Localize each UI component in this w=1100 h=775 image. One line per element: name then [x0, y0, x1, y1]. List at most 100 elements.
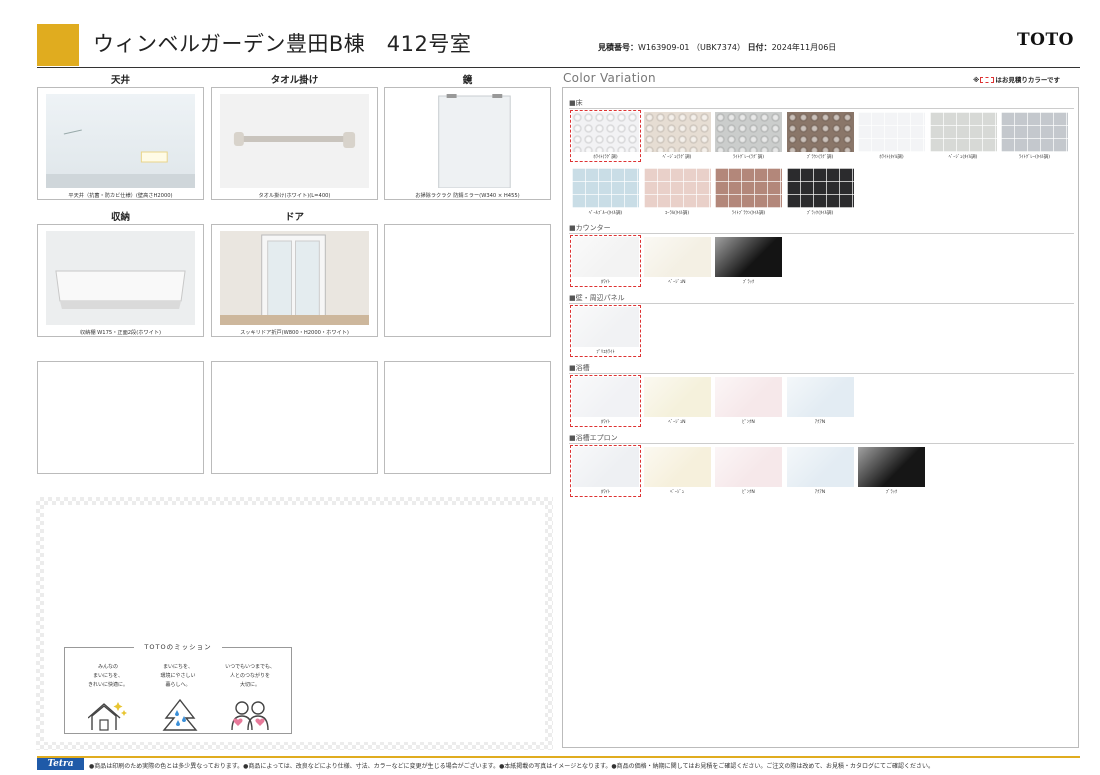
- estimate-number: W163909-01 （UBK7374）: [638, 43, 746, 52]
- color-swatch: ｱｸｱN: [786, 447, 854, 495]
- swatch-chip: [786, 112, 854, 152]
- swatch-label: ﾗｲﾄﾌﾞﾗｳﾝ(ﾀｲﾙ調): [731, 211, 766, 216]
- section-divider: [569, 108, 1074, 109]
- ceiling-panel-image: [46, 94, 195, 188]
- color-swatch: ﾌﾟﾘｴﾎﾜｲﾄ: [570, 305, 641, 357]
- product-caption: お掃除ラクラク 防錆ミラー(W340 × H455): [415, 193, 520, 199]
- swatch-label: ﾌﾞﾗｳﾝ(ﾗｸﾞ調): [806, 155, 834, 160]
- swatch-chip: [572, 112, 639, 152]
- product-caption: スッキリドア折戸(W800・H2000・ホワイト): [240, 330, 349, 336]
- tetra-logo: Tetra: [37, 758, 84, 770]
- section-divider: [569, 443, 1074, 444]
- product-caption: タオル掛け(ホワイト)(L=400): [258, 193, 331, 199]
- color-section-heading: ■壁・周辺パネル: [569, 294, 625, 302]
- swatch-label: ｱｸｱN: [814, 420, 826, 425]
- swatch-chip: [786, 168, 854, 208]
- swatch-chip: [643, 377, 711, 417]
- empty-product-card: [37, 361, 204, 474]
- mission-text-3: いつでもいつまでも、 人とのつながりを 大切に。: [225, 664, 275, 688]
- color-swatch: ﾌﾞﾗｯｸ(ﾀｲﾙ調): [786, 168, 854, 216]
- color-variation-title: Color Variation: [563, 71, 656, 85]
- shelf-image: [46, 231, 195, 325]
- swatch-chip: [715, 112, 782, 152]
- swatch-chip: [786, 377, 854, 417]
- swatch-chip: [715, 237, 782, 277]
- product-label: タオル掛け: [270, 75, 319, 86]
- swatch-chip: [715, 447, 782, 487]
- product-card: スッキリドア折戸(W800・H2000・ホワイト): [211, 224, 378, 337]
- color-swatch: ﾌﾞﾗｯｸ: [858, 447, 925, 495]
- color-swatch: ﾎﾜｲﾄ(ﾗｸﾞ調): [570, 110, 641, 162]
- color-swatch: ﾗｲﾄｸﾞﾚｰ(ﾗｸﾞ調): [715, 112, 782, 160]
- house-sparkle-icon: [88, 702, 127, 731]
- color-swatch: ﾍﾞｰｼﾞｭN: [643, 377, 711, 425]
- swatch-label: ﾎﾜｲﾄ: [600, 490, 611, 495]
- color-swatch: ｺｰﾗﾙ(ﾀｲﾙ調): [643, 168, 711, 216]
- estimate-label: 見積番号：: [598, 43, 638, 52]
- estimate-info: 見積番号：W163909-01 （UBK7374） 日付：2024年11月06日: [598, 42, 836, 53]
- empty-product-card: [384, 361, 551, 474]
- color-swatch: ﾎﾜｲﾄ: [570, 375, 641, 427]
- date-label: 日付：: [747, 43, 772, 52]
- mirror-image: [393, 94, 542, 188]
- swatch-chip: [643, 447, 711, 487]
- header-divider: [37, 67, 1080, 68]
- color-section-heading: ■カウンター: [569, 224, 611, 232]
- color-swatch: ﾋﾟﾝｸN: [715, 377, 782, 425]
- selected-color-note: ※ はお見積りカラーです: [973, 76, 1060, 84]
- swatch-label: ﾗｲﾄｸﾞﾚｰ(ﾗｸﾞ調): [732, 155, 765, 160]
- product-caption: 平天井（抗菌・防カビ仕様）(壁高さH2000): [68, 193, 173, 199]
- color-swatch: ﾍﾞｰｼﾞｭ(ﾀｲﾙ調): [929, 112, 997, 160]
- color-swatch: ﾍﾟｰﾙﾌﾞﾙｰ(ﾀｲﾙ調): [572, 168, 639, 216]
- product-label: 鏡: [462, 75, 473, 86]
- footer-divider: [37, 756, 1080, 758]
- dashed-marker-icon: [980, 77, 995, 83]
- color-swatch: ﾌﾞﾗｯｸ: [715, 237, 782, 285]
- footer-disclaimer: ●商品は印刷のため実際の色とは多少異なっております。●商品によっては、改良などに…: [89, 763, 935, 770]
- swatch-chip: [643, 168, 711, 208]
- color-swatch: ｱｸｱN: [786, 377, 854, 425]
- page-title: ウィンベルガーデン豊田B棟 412号室: [93, 32, 472, 56]
- product-card: お掃除ラクラク 防錆ミラー(W340 × H455): [384, 87, 551, 200]
- swatch-chip: [786, 447, 854, 487]
- color-swatch: ﾎﾜｲﾄ(ﾀｲﾙ調): [858, 112, 925, 160]
- swatch-label: ﾍﾟｰﾙﾌﾞﾙｰ(ﾀｲﾙ調): [588, 211, 623, 216]
- product-card: 収納棚 W175・正面2段(ホワイト): [37, 224, 204, 337]
- swatch-label: ﾍﾞｰｼﾞｭ: [670, 490, 684, 495]
- color-swatch: ﾎﾜｲﾄ: [570, 235, 641, 287]
- swatch-chip: [715, 377, 782, 417]
- swatch-chip: [858, 447, 925, 487]
- product-caption: 収納棚 W175・正面2段(ホワイト): [79, 330, 162, 336]
- swatch-chip: [572, 447, 639, 487]
- section-divider: [569, 373, 1074, 374]
- mission-text-1: みんなの まいにちを、 きれいに快適に。: [87, 664, 128, 688]
- section-divider: [569, 303, 1074, 304]
- swatch-chip: [572, 237, 639, 277]
- swatch-label: ﾎﾜｲﾄ(ﾀｲﾙ調): [879, 155, 904, 160]
- swatch-label: ﾍﾞｰｼﾞｭN: [668, 420, 686, 425]
- estimate-date: 2024年11月06日: [771, 43, 837, 52]
- swatch-label: ﾍﾞｰｼﾞｭ(ﾗｸﾞ調): [662, 155, 692, 160]
- swatch-label: ﾎﾜｲﾄ: [600, 420, 611, 425]
- header-accent-square: [37, 24, 79, 66]
- toto-logo: TOTO: [1017, 30, 1074, 50]
- color-swatch: ﾍﾞｰｼﾞｭN: [643, 237, 711, 285]
- people-heart-icon: [231, 701, 269, 731]
- swatch-label: ﾎﾜｲﾄ: [600, 280, 611, 285]
- section-divider: [569, 233, 1074, 234]
- product-card: タオル掛け(ホワイト)(L=400): [211, 87, 378, 200]
- swatch-label: ﾋﾟﾝｸN: [742, 490, 755, 495]
- color-section-heading: ■浴槽: [569, 364, 590, 372]
- color-swatch: ﾌﾞﾗｳﾝ(ﾗｸﾞ調): [786, 112, 854, 160]
- color-section-heading: ■浴槽エプロン: [569, 434, 618, 442]
- swatch-label: ﾗｲﾄｸﾞﾚｰ(ﾀｲﾙ調): [1018, 155, 1051, 160]
- product-card: 平天井（抗菌・防カビ仕様）(壁高さH2000): [37, 87, 204, 200]
- product-label: 天井: [110, 75, 130, 86]
- empty-product-card: [384, 224, 551, 337]
- product-label: ドア: [284, 212, 304, 223]
- swatch-label: ｺｰﾗﾙ(ﾀｲﾙ調): [664, 211, 690, 216]
- color-swatch: ﾋﾟﾝｸN: [715, 447, 782, 495]
- color-swatch: ﾎﾜｲﾄ: [570, 445, 641, 497]
- swatch-chip: [643, 237, 711, 277]
- color-swatch: ﾗｲﾄﾌﾞﾗｳﾝ(ﾀｲﾙ調): [715, 168, 782, 216]
